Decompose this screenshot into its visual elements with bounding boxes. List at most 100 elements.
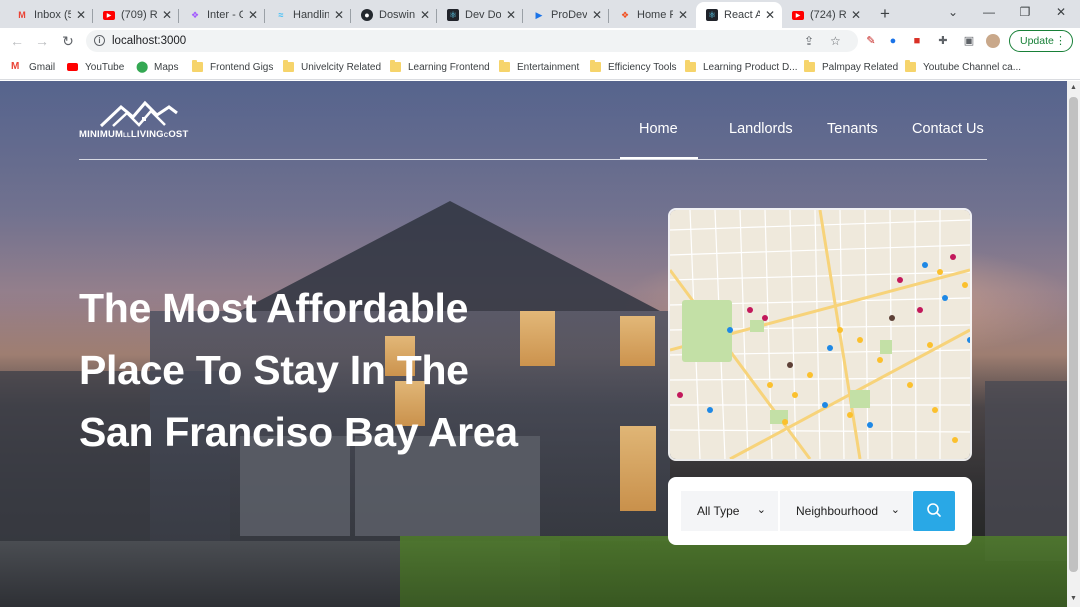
neighbourhood-select[interactable]: Neighbourhood ⌄ xyxy=(780,491,912,531)
hero-section: MINIMUMLLLIVINGCOST Home Landlords Tenan… xyxy=(0,81,1067,607)
close-icon[interactable]: ✕ xyxy=(764,8,776,22)
close-icon[interactable]: ✕ xyxy=(247,8,259,22)
address-bar[interactable]: i localhost:3000 ⇪ ☆ xyxy=(86,30,858,52)
browser-tab[interactable]: ▶ (709) Re ✕ xyxy=(93,2,179,28)
tab-title: Dev Dos xyxy=(465,9,501,21)
background-window xyxy=(620,316,655,366)
forward-arrow-icon[interactable]: → xyxy=(34,33,50,49)
browser-tab[interactable]: M Inbox (5 ✕ xyxy=(6,2,93,28)
neighbourhood-select-value: Neighbourhood xyxy=(796,504,879,518)
bookmark-label: Gmail xyxy=(29,61,56,73)
share-icon[interactable]: ⇪ xyxy=(804,34,814,48)
youtube-icon: ▶ xyxy=(792,10,804,20)
folder-icon xyxy=(590,60,601,72)
browser-tab[interactable]: ● Doswin5 ✕ xyxy=(351,2,437,28)
bookmark-maps[interactable]: ⬤ Maps xyxy=(136,60,178,74)
nav-active-indicator xyxy=(620,157,698,159)
avatar[interactable] xyxy=(986,34,1000,48)
minimize-button[interactable]: — xyxy=(974,4,1004,20)
bookmark-folder[interactable]: Entertainment xyxy=(499,60,579,74)
nav-tenants[interactable]: Tenants xyxy=(827,121,878,137)
search-button[interactable] xyxy=(913,491,955,531)
folder-icon xyxy=(905,60,916,72)
puzzle-icon[interactable]: ✚ xyxy=(936,34,950,48)
close-icon[interactable]: ✕ xyxy=(850,8,862,22)
browser-tab[interactable]: ⚛ Dev Dos ✕ xyxy=(437,2,523,28)
brand-word: MINIMUM xyxy=(79,129,124,140)
reload-icon[interactable]: ↻ xyxy=(60,33,76,49)
bookmark-folder[interactable]: Learning Frontend xyxy=(390,60,490,74)
browser-tab[interactable]: ▶ ProDevs ✕ xyxy=(523,2,609,28)
city-map[interactable] xyxy=(668,208,972,461)
browser-tab[interactable]: ❖ Home Ri ✕ xyxy=(609,2,695,28)
new-tab-button[interactable]: + xyxy=(876,4,894,24)
gmail-icon: M xyxy=(11,61,20,72)
close-icon[interactable]: ✕ xyxy=(333,8,345,22)
side-panel-icon[interactable]: ▣ xyxy=(962,34,976,48)
extension-icon[interactable]: ✎ xyxy=(864,34,878,48)
bookmark-star-icon[interactable]: ☆ xyxy=(830,34,841,48)
close-icon[interactable]: ✕ xyxy=(161,8,173,22)
close-icon[interactable]: ✕ xyxy=(505,8,517,22)
browser-tab-active[interactable]: ⚛ React A ✕ xyxy=(696,2,782,28)
tab-search-icon[interactable]: ⌄ xyxy=(938,4,968,20)
scrollbar-thumb[interactable] xyxy=(1069,97,1078,572)
nav-home[interactable]: Home xyxy=(639,121,678,137)
folder-icon xyxy=(390,60,401,72)
bookmark-folder[interactable]: Palmpay Related xyxy=(804,60,898,74)
browser-tab[interactable]: ≈ Handling ✕ xyxy=(265,2,351,28)
bookmark-label: Learning Frontend xyxy=(408,61,490,73)
restore-button[interactable]: ❐ xyxy=(1010,4,1040,20)
bookmark-folder[interactable]: Univelcity Related xyxy=(283,60,381,74)
tab-title: React A xyxy=(724,9,760,21)
tab-title: Inter - G xyxy=(207,9,243,21)
browser-tab[interactable]: ❖ Inter - G ✕ xyxy=(179,2,265,28)
search-icon xyxy=(927,503,941,517)
house-logo-icon xyxy=(99,100,178,128)
folder-icon xyxy=(283,60,294,72)
nav-landlords[interactable]: Landlords xyxy=(729,121,793,137)
close-icon[interactable]: ✕ xyxy=(419,8,431,22)
update-button[interactable]: Update ⋮ xyxy=(1009,30,1073,52)
nav-divider xyxy=(79,159,987,160)
brand-name: MINIMUMLLLIVINGCOST xyxy=(79,129,189,140)
bookmark-gmail[interactable]: M Gmail xyxy=(11,60,55,74)
brand-logo[interactable]: MINIMUMLLLIVINGCOST xyxy=(79,99,199,143)
prodevs-icon: ▶ xyxy=(535,9,543,20)
bookmarks-bar: M Gmail YouTube ⬤ Maps Frontend Gigs Uni… xyxy=(0,54,1080,80)
hero-headline: The Most Affordable Place To Stay In The… xyxy=(79,277,619,463)
bookmark-folder[interactable]: Learning Product D... xyxy=(685,60,798,74)
bookmark-label: Maps xyxy=(154,61,179,73)
map-graphic xyxy=(670,210,970,459)
url-text[interactable]: localhost:3000 xyxy=(112,35,186,47)
react-icon: ⚛ xyxy=(447,9,459,21)
scroll-up-arrow-icon[interactable]: ▲ xyxy=(1069,84,1078,91)
close-icon[interactable]: ✕ xyxy=(591,8,603,22)
folder-icon xyxy=(192,60,203,72)
bookmark-label: Youtube Channel ca... xyxy=(923,61,1022,73)
page-scrollbar[interactable]: ▲ ▼ xyxy=(1067,81,1080,607)
close-icon[interactable]: ✕ xyxy=(677,8,689,22)
back-arrow-icon[interactable]: ← xyxy=(9,33,25,49)
scroll-down-arrow-icon[interactable]: ▼ xyxy=(1069,595,1078,602)
type-select[interactable]: All Type ⌄ xyxy=(681,491,778,531)
property-search-card: All Type ⌄ Neighbourhood ⌄ xyxy=(668,477,972,545)
youtube-icon: ▶ xyxy=(103,10,115,20)
browser-tab[interactable]: ▶ (724) Re ✕ xyxy=(782,2,868,28)
nav-contact-us[interactable]: Contact Us xyxy=(912,121,984,137)
info-icon[interactable]: i xyxy=(94,35,105,46)
close-icon[interactable]: ✕ xyxy=(75,8,87,22)
extension-icon[interactable]: ● xyxy=(886,34,900,48)
brand-word: OST xyxy=(168,129,189,140)
bookmark-folder[interactable]: Youtube Channel ca... xyxy=(905,60,1021,74)
bookmark-folder[interactable]: Frontend Gigs xyxy=(192,60,273,74)
close-window-button[interactable]: ✕ xyxy=(1046,4,1076,20)
tab-title: (724) Re xyxy=(810,9,846,21)
bookmark-youtube[interactable]: YouTube xyxy=(67,60,124,74)
hero-line: San Franciso Bay Area xyxy=(79,409,518,455)
extension-icon[interactable]: ■ xyxy=(910,34,924,48)
bookmark-folder[interactable]: Efficiency Tools xyxy=(590,60,677,74)
type-select-value: All Type xyxy=(697,504,740,518)
tab-title: (709) Re xyxy=(121,9,157,21)
background-door xyxy=(620,426,656,511)
